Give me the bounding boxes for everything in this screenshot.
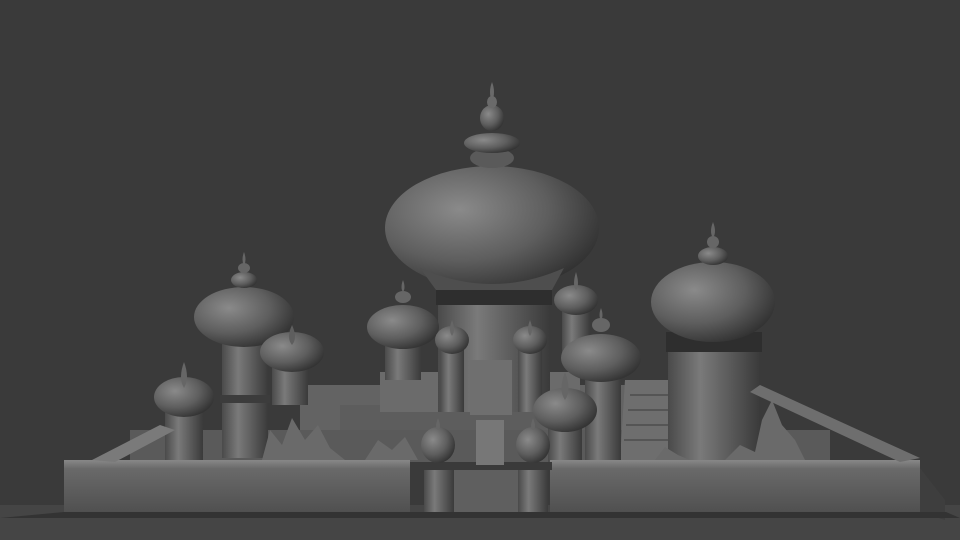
ground-shadow: [0, 512, 960, 518]
palace-render-viewport: [0, 0, 960, 540]
